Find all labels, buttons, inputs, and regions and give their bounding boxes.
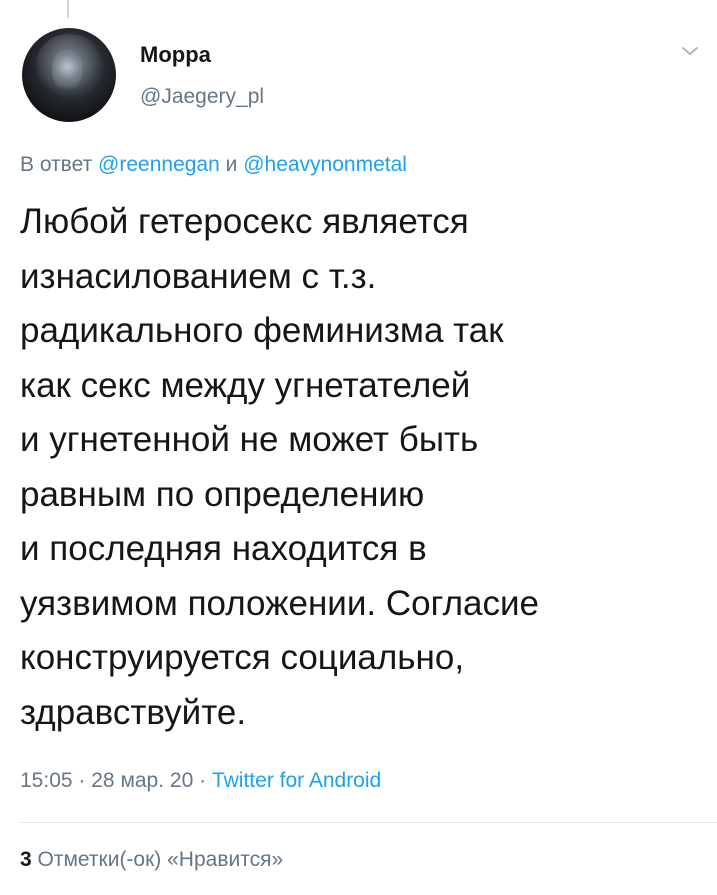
likes-count: 3 [20,848,32,871]
likes-stat[interactable]: 3 Отметки(-ок) «Нравится» [20,847,283,873]
avatar-face [52,50,82,92]
reply-prefix: В ответ [20,153,93,176]
tweet-meta: 15:05 · 28 мар. 20 · Twitter for Android [20,768,381,794]
meta-separator: · [199,769,207,792]
mention-link-reennegan[interactable]: @reennegan [98,153,220,176]
divider [20,822,717,823]
author-display-name[interactable]: Морра [140,42,211,68]
tweet-source-link[interactable]: Twitter for Android [212,769,381,792]
author-handle[interactable]: @Jaegery_pl [140,84,264,110]
tweet-text-line: изнасилованием с т.з. [20,256,377,296]
tweet-text-line: равным по определению [20,474,425,514]
tweet-text-line: радикального феминизма так [20,311,504,350]
tweet-text-line: и угнетенной не может быть [20,420,479,459]
tweet-text-line: здравствуйте. [20,692,247,732]
tweet-text-line: как секс между угнетателей [20,365,471,405]
reply-conjunction: и [225,153,238,176]
tweet-text: Любой гетеросекс является изнасилованием… [20,195,700,740]
tweet-text-line: и последняя находится в [20,529,427,568]
likes-label: Отметки(-ок) «Нравится» [37,848,284,871]
thread-connector-line [67,0,69,18]
tweet-text-line: уязвимом положении. Согласие [20,583,540,623]
meta-separator: · [78,769,86,792]
tweet-date[interactable]: 28 мар. 20 [91,769,193,792]
tweet-time[interactable]: 15:05 [20,769,73,792]
tweet-text-line: Любой гетеросекс является [20,202,469,241]
chevron-down-icon[interactable] [680,44,700,58]
mention-link-heavynonmetal[interactable]: @heavynonmetal [243,153,407,176]
tweet-text-line: конструируется социально, [20,638,465,677]
avatar[interactable] [22,28,116,122]
reply-context: В ответ @reennegan и @heavynonmetal [20,152,407,178]
